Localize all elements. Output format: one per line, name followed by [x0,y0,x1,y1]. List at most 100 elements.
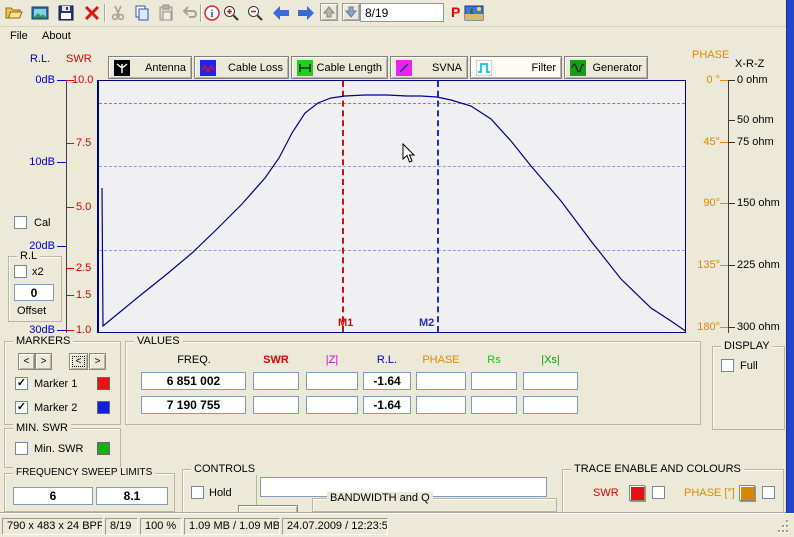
xs-header: |Xs| [523,354,578,366]
copy-icon[interactable] [132,3,152,23]
rl-tick [57,246,66,247]
trace-swr-color-button[interactable] [629,485,645,501]
delete-icon[interactable] [82,3,102,23]
up-arrow-button[interactable] [320,3,338,21]
toolbar-separator [104,4,106,22]
tab-antenna[interactable]: Antenna [108,56,192,79]
trace-phase-label: PHASE [°] [684,487,735,499]
marker2-rl-value[interactable] [363,396,411,414]
p-indicator: P [451,4,460,20]
menu-about[interactable]: About [38,29,75,43]
full-checkbox[interactable] [721,359,734,372]
rs-header: Rs [471,354,517,366]
tab-cable-length[interactable]: Cable Length [291,56,388,79]
resize-grip[interactable] [778,530,780,532]
marker2-freq-value[interactable] [141,396,246,414]
down-arrow-button[interactable] [342,3,360,21]
marker1-swr-value[interactable] [253,372,299,390]
trace-swr-checkbox[interactable] [652,486,665,499]
rl-tick-label: 10dB [0,156,55,168]
page-number-input[interactable] [360,3,444,22]
swr-tick [66,143,74,144]
tab-svna[interactable]: SVNA [390,56,468,79]
resize-grip[interactable] [786,530,788,532]
marker2-rs-value[interactable] [471,396,517,414]
marker1-color-swatch[interactable] [97,377,110,390]
paste-icon[interactable] [156,3,176,23]
save-icon[interactable] [56,3,76,23]
prev-arrow-icon[interactable] [271,3,291,23]
marker2-right-button[interactable]: > [89,353,106,370]
marker2-z-value[interactable] [306,396,358,414]
marker2-checkbox[interactable] [15,401,28,414]
min-swr-color-swatch[interactable] [97,442,110,455]
x2-checkbox[interactable] [14,265,27,278]
antenna-icon [114,60,130,76]
swr-axis-title: SWR [66,53,92,65]
ohm-tick-label: 150 ohm [737,197,780,209]
ohm-tick-label: 300 ohm [737,321,780,333]
markers-group: MARKERS < > < > Marker 1 Marker 2 [4,341,121,425]
marker1-checkbox[interactable] [15,377,28,390]
menubar: File About [0,28,786,45]
resize-grip[interactable] [782,530,784,532]
marker1-right-button[interactable]: > [35,353,52,370]
menu-file[interactable]: File [6,29,32,43]
marker1-label: Marker 1 [34,378,77,390]
ohm-tick [728,120,735,121]
cut-icon[interactable] [108,3,128,23]
marker1-left-button[interactable]: < [18,353,35,370]
resize-grip[interactable] [786,520,788,522]
swr-tick [66,268,74,269]
rl-tick [57,80,66,81]
marker1-rs-value[interactable] [471,372,517,390]
trace-phase-checkbox[interactable] [762,486,775,499]
marker2-swr-value[interactable] [253,396,299,414]
sweep-start-input[interactable] [13,487,93,505]
marker1-z-value[interactable] [306,372,358,390]
marker1-rl-value[interactable] [363,372,411,390]
phase-tick [720,203,728,204]
zoom-in-icon[interactable] [221,3,241,23]
offset-button[interactable]: Offset [17,305,46,317]
sweep-stop-input[interactable] [96,487,168,505]
rl-tick-label: 0dB [0,74,55,86]
zoom-out-icon[interactable] [245,3,265,23]
min-swr-checkbox[interactable] [15,442,28,455]
rl-offset-group: R.L x2 Offset [8,256,62,322]
open-file-icon[interactable] [4,3,24,23]
min-swr-label: Min. SWR [34,443,84,455]
marker2-phase-value[interactable] [416,396,466,414]
marker1-phase-value[interactable] [416,372,466,390]
svna-icon [396,60,412,76]
marker2-left-button[interactable]: < [69,353,88,370]
resize-grip[interactable] [782,525,784,527]
phase-tick-label: 0 ° [684,74,720,86]
tab-generator[interactable]: Generator [564,56,648,79]
marker1-xs-value[interactable] [523,372,578,390]
x2-label: x2 [32,266,44,278]
next-arrow-icon[interactable] [296,3,316,23]
resize-grip[interactable] [786,525,788,527]
picture-icon[interactable] [464,3,484,23]
marker2-color-swatch[interactable] [97,401,110,414]
image-file-icon[interactable] [30,3,50,23]
offset-input[interactable] [14,284,54,301]
filter-icon [476,60,492,76]
tab-cable-loss[interactable]: Cable Loss [194,56,289,79]
trace-phase-color-button[interactable] [739,485,755,501]
swr-tick-label: 7.5 [76,137,91,149]
hold-checkbox[interactable] [191,486,204,499]
filter-response-plot[interactable]: M1 M2 [97,80,686,333]
swr-tick-label: 1.0 [76,324,91,336]
filter-curve [102,95,686,332]
marker2-xs-value[interactable] [523,396,578,414]
cal-checkbox[interactable] [14,216,27,229]
phase-tick-label: 90° [684,197,720,209]
marker1-freq-value[interactable] [141,372,246,390]
tab-filter[interactable]: Filter [470,56,562,79]
info-icon[interactable]: i [202,3,222,23]
status-datetime: 24.07.2009 / 12:23:50 [282,518,388,535]
phase-header: PHASE [416,354,466,366]
undo-icon[interactable] [180,3,200,23]
